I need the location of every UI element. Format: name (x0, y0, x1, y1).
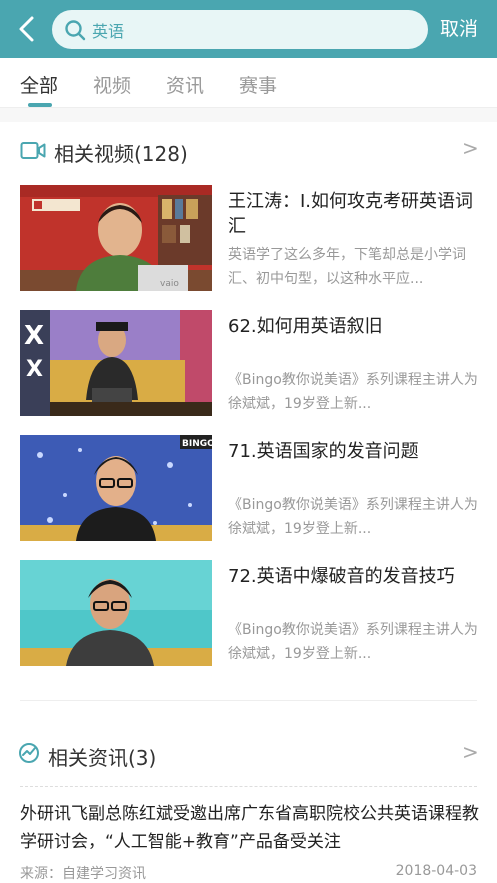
video-thumbnail (20, 560, 212, 666)
active-tab-indicator (28, 103, 52, 107)
top-bar: 取消 (0, 0, 497, 58)
svg-text:X: X (26, 357, 43, 382)
back-arrow-icon (19, 16, 34, 42)
video-description: 英语学了这么多年，下笔却总是小学词汇、初中句型，以这种水平应... (228, 247, 466, 287)
video-item[interactable]: BINGO 71.英语国家的发音问题 《Bingo教你说美语》系列课程主讲人为徐… (20, 435, 480, 541)
svg-text:BINGO: BINGO (182, 439, 212, 449)
video-camera-icon (20, 142, 46, 159)
tab-video[interactable]: 视频 (93, 71, 131, 98)
svg-text:X: X (24, 321, 44, 351)
section-gap (0, 108, 497, 122)
tab-news[interactable]: 资讯 (166, 71, 204, 98)
article-title[interactable]: 外研讯飞副总陈红斌受邀出席广东省高职院校公共英语课程教学研讨会，“人工智能+教育… (20, 800, 480, 856)
news-more-chevron[interactable]: > (462, 740, 479, 764)
video-description: 《Bingo教你说美语》系列课程主讲人为徐斌斌，19岁登上新... (228, 372, 478, 412)
article-date: 2018-04-03 (395, 863, 477, 879)
article-meta: 来源：自建学习资讯 2018-04-03 (20, 863, 477, 883)
section-divider (20, 786, 477, 787)
back-button[interactable] (14, 14, 42, 44)
videos-section-title: 相关视频(128) (54, 142, 188, 166)
tab-bar: 全部 视频 资讯 赛事 (0, 58, 497, 108)
article-source: 来源：自建学习资讯 (20, 866, 146, 882)
search-box[interactable] (52, 10, 428, 49)
videos-more-chevron[interactable]: > (462, 136, 479, 160)
videos-section-header[interactable]: 相关视频(128) > (0, 130, 497, 174)
svg-text:vaio: vaio (160, 279, 179, 289)
search-icon (65, 20, 86, 41)
news-section-title: 相关资讯(3) (48, 746, 157, 770)
video-description: 《Bingo教你说美语》系列课程主讲人为徐斌斌，19岁登上新... (228, 622, 478, 662)
tab-events[interactable]: 赛事 (239, 71, 277, 98)
video-thumbnail: vaio (20, 185, 212, 291)
news-section-header[interactable]: 相关资讯(3) > (0, 734, 497, 778)
section-divider (20, 700, 477, 701)
news-icon (19, 743, 39, 763)
video-item[interactable]: 72.英语中爆破音的发音技巧 《Bingo教你说美语》系列课程主讲人为徐斌斌，1… (20, 560, 480, 666)
video-title: 72.英语中爆破音的发音技巧 (228, 566, 455, 587)
video-title: 62.如何用英语叙旧 (228, 316, 383, 337)
video-item[interactable]: X X 62.如何用英语叙旧 《Bingo教你说美语》系列课程主讲人为徐斌斌，1… (20, 310, 480, 416)
tab-all[interactable]: 全部 (20, 71, 58, 98)
video-title: 71.英语国家的发音问题 (228, 441, 419, 462)
video-item[interactable]: vaio 王江涛：Ⅰ.如何攻克考研英语词汇 英语学了这么多年，下笔却总是小学词汇… (20, 185, 480, 291)
video-thumbnail: BINGO (20, 435, 212, 541)
video-description: 《Bingo教你说美语》系列课程主讲人为徐斌斌，19岁登上新... (228, 497, 478, 537)
cancel-button[interactable]: 取消 (440, 14, 478, 41)
video-title: 王江涛：Ⅰ.如何攻克考研英语词汇 (228, 191, 474, 237)
search-input[interactable] (92, 10, 412, 49)
video-thumbnail: X X (20, 310, 212, 416)
